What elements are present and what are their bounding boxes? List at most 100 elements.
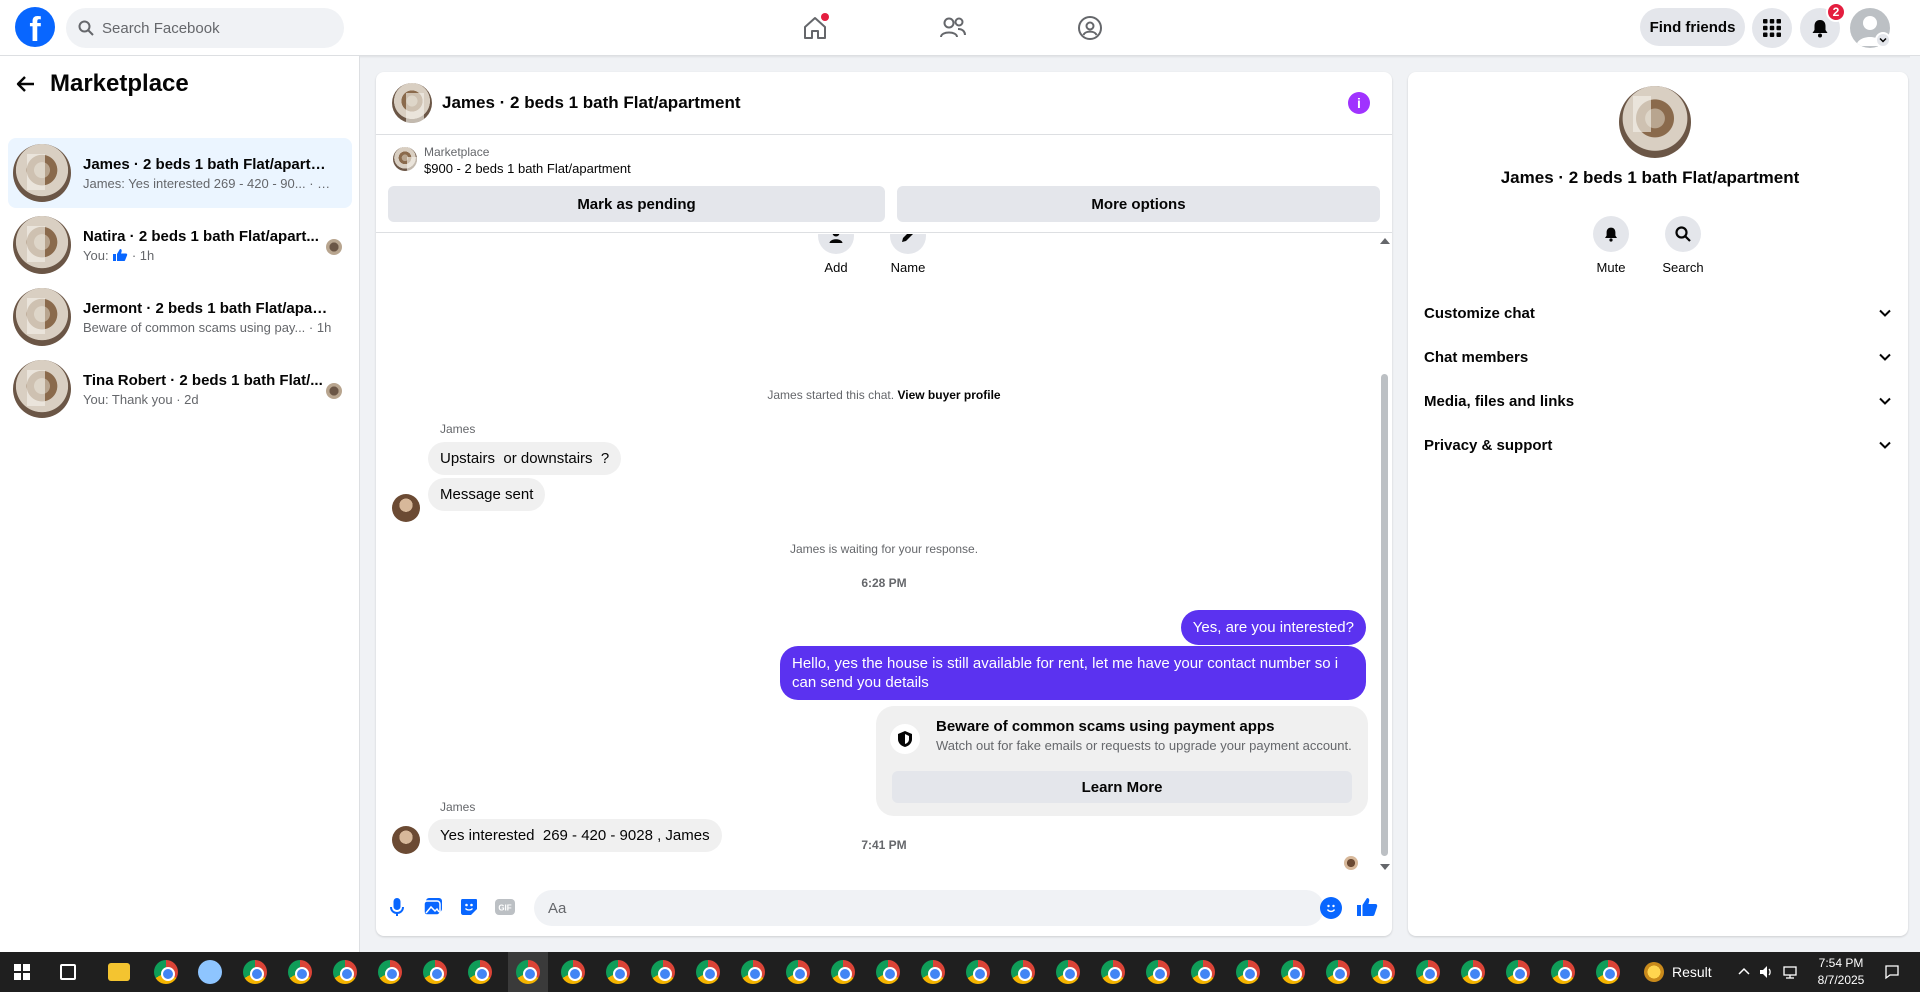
more-options-button[interactable]: More options bbox=[897, 186, 1380, 222]
windows-start-icon[interactable] bbox=[14, 964, 30, 980]
outgoing-message[interactable]: Yes, are you interested? bbox=[1180, 610, 1366, 645]
chrome-active-profile-icon[interactable] bbox=[516, 960, 540, 984]
chevron-up-icon[interactable] bbox=[1736, 964, 1752, 980]
search-box[interactable] bbox=[66, 8, 344, 48]
message-input[interactable] bbox=[534, 890, 1324, 926]
scam-warning-title: Beware of common scams using payment app… bbox=[936, 718, 1275, 735]
chrome-profile-icon[interactable] bbox=[606, 960, 630, 984]
microphone-icon[interactable] bbox=[386, 896, 408, 918]
conversation-title: Natira · 2 beds 1 bath Flat/apart... bbox=[83, 227, 319, 245]
listing-price-title[interactable]: $900 - 2 beds 1 bath Flat/apartment bbox=[424, 161, 631, 176]
chrome-profile-icon[interactable] bbox=[1416, 960, 1440, 984]
mark-as-pending-button[interactable]: Mark as pending bbox=[388, 186, 885, 222]
mute-button[interactable]: Mute bbox=[1581, 216, 1641, 275]
message-list[interactable]: Add Name James started this chat. View b… bbox=[376, 234, 1392, 874]
conversation-item[interactable]: Jermont · 2 beds 1 bath Flat/apart... Be… bbox=[8, 282, 352, 352]
chrome-profile-icon[interactable] bbox=[1191, 960, 1215, 984]
volume-icon[interactable] bbox=[1758, 964, 1774, 980]
listing-avatar-large[interactable] bbox=[1619, 86, 1691, 158]
chrome-profile-icon[interactable] bbox=[1101, 960, 1125, 984]
photo-icon[interactable] bbox=[422, 896, 444, 918]
chrome-profile-icon[interactable] bbox=[696, 960, 720, 984]
page-scrollbar[interactable] bbox=[1910, 56, 1920, 952]
scroll-thumb[interactable] bbox=[1381, 374, 1388, 856]
chrome-profile-icon[interactable] bbox=[1011, 960, 1035, 984]
chrome-profile-icon[interactable] bbox=[966, 960, 990, 984]
scroll-down-arrow[interactable] bbox=[1380, 864, 1390, 870]
chat-members-row[interactable]: Chat members bbox=[1424, 339, 1892, 375]
home-nav[interactable] bbox=[795, 10, 835, 46]
add-people-button[interactable]: Add bbox=[818, 234, 854, 275]
media-files-links-row[interactable]: Media, files and links bbox=[1424, 383, 1892, 419]
chat-listing-avatar[interactable] bbox=[392, 83, 432, 123]
conversation-item[interactable]: Natira · 2 beds 1 bath Flat/apart... You… bbox=[8, 210, 352, 280]
friends-nav[interactable] bbox=[933, 10, 973, 46]
chrome-profile-icon[interactable] bbox=[1326, 960, 1350, 984]
marketplace-inbox-sidebar: Marketplace James · 2 beds 1 bath Flat/a… bbox=[0, 56, 360, 952]
chrome-profile-icon[interactable] bbox=[288, 960, 312, 984]
windows-taskbar: Result 7:54 PM 8/7/2025 bbox=[0, 952, 1920, 992]
chrome-profile-icon[interactable] bbox=[1551, 960, 1575, 984]
chrome-profile-icon[interactable] bbox=[378, 960, 402, 984]
emoji-icon[interactable] bbox=[1320, 897, 1342, 919]
back-arrow-icon[interactable] bbox=[16, 74, 36, 94]
privacy-support-row[interactable]: Privacy & support bbox=[1424, 427, 1892, 463]
conversation-item[interactable]: James · 2 beds 1 bath Flat/apartme... Ja… bbox=[8, 138, 352, 208]
chrome-profile-icon[interactable] bbox=[1236, 960, 1260, 984]
chrome-profile-icon[interactable] bbox=[741, 960, 765, 984]
chrome-profile-icon[interactable] bbox=[831, 960, 855, 984]
learn-more-button[interactable]: Learn More bbox=[892, 771, 1352, 803]
incoming-message[interactable]: Yes interested 269 - 420 - 9028 , James bbox=[428, 819, 722, 852]
chrome-icon[interactable] bbox=[154, 960, 178, 984]
chat-title[interactable]: James · 2 beds 1 bath Flat/apartment bbox=[442, 93, 741, 113]
find-friends-button[interactable]: Find friends bbox=[1640, 8, 1745, 46]
outgoing-message[interactable]: Hello, yes the house is still available … bbox=[780, 646, 1366, 700]
chrome-profile-icon[interactable] bbox=[876, 960, 900, 984]
app-icon[interactable] bbox=[198, 960, 222, 984]
chrome-profile-icon[interactable] bbox=[1506, 960, 1530, 984]
menu-button[interactable] bbox=[1752, 8, 1792, 48]
search-input[interactable] bbox=[102, 19, 322, 37]
view-buyer-profile-link[interactable]: View buyer profile bbox=[897, 388, 1000, 402]
chat-window: James · 2 beds 1 bath Flat/apartment i M… bbox=[376, 72, 1392, 936]
section-label: Chat members bbox=[1424, 348, 1529, 366]
task-view-icon[interactable] bbox=[60, 964, 76, 980]
chrome-profile-icon[interactable] bbox=[243, 960, 267, 984]
info-icon[interactable]: i bbox=[1348, 92, 1370, 114]
name-chat-button[interactable]: Name bbox=[890, 234, 926, 275]
facebook-logo[interactable]: f bbox=[15, 7, 55, 47]
scroll-up-arrow[interactable] bbox=[1380, 238, 1390, 244]
gif-icon[interactable]: GIF bbox=[494, 896, 516, 918]
chrome-profile-icon[interactable] bbox=[921, 960, 945, 984]
chrome-profile-icon[interactable] bbox=[1056, 960, 1080, 984]
message-scrollbar[interactable] bbox=[1378, 234, 1390, 874]
chrome-profile-icon[interactable] bbox=[423, 960, 447, 984]
chrome-profile-icon[interactable] bbox=[1596, 960, 1620, 984]
incoming-message[interactable]: Message sent bbox=[428, 478, 546, 511]
groups-nav[interactable] bbox=[1070, 10, 1110, 46]
chrome-profile-icon[interactable] bbox=[468, 960, 492, 984]
search-in-chat-button[interactable]: Search bbox=[1653, 216, 1713, 275]
chrome-profile-icon[interactable] bbox=[786, 960, 810, 984]
file-explorer-icon[interactable] bbox=[108, 963, 130, 981]
network-icon[interactable] bbox=[1782, 964, 1798, 980]
sticker-icon[interactable] bbox=[458, 896, 480, 918]
system-clock[interactable]: 7:54 PM 8/7/2025 bbox=[1806, 955, 1876, 989]
chrome-profile-icon[interactable] bbox=[1146, 960, 1170, 984]
incoming-message[interactable]: Upstairs or downstairs ? bbox=[428, 442, 622, 475]
notification-center-icon[interactable] bbox=[1884, 964, 1900, 980]
chrome-profile-icon[interactable] bbox=[561, 960, 585, 984]
chrome-profile-icon[interactable] bbox=[333, 960, 357, 984]
account-menu-caret[interactable] bbox=[1875, 32, 1891, 48]
sender-avatar[interactable] bbox=[392, 826, 420, 854]
weather-widget[interactable]: Result bbox=[1644, 952, 1712, 992]
sender-avatar[interactable] bbox=[392, 494, 420, 522]
thumbs-up-send-icon[interactable] bbox=[1356, 896, 1378, 918]
conversation-item[interactable]: Tina Robert · 2 beds 1 bath Flat/... You… bbox=[8, 354, 352, 424]
chrome-profile-icon[interactable] bbox=[651, 960, 675, 984]
chrome-profile-icon[interactable] bbox=[1371, 960, 1395, 984]
chrome-profile-icon[interactable] bbox=[1281, 960, 1305, 984]
chrome-profile-icon[interactable] bbox=[1461, 960, 1485, 984]
customize-chat-row[interactable]: Customize chat bbox=[1424, 295, 1892, 331]
notifications-button[interactable]: 2 bbox=[1800, 2, 1846, 48]
